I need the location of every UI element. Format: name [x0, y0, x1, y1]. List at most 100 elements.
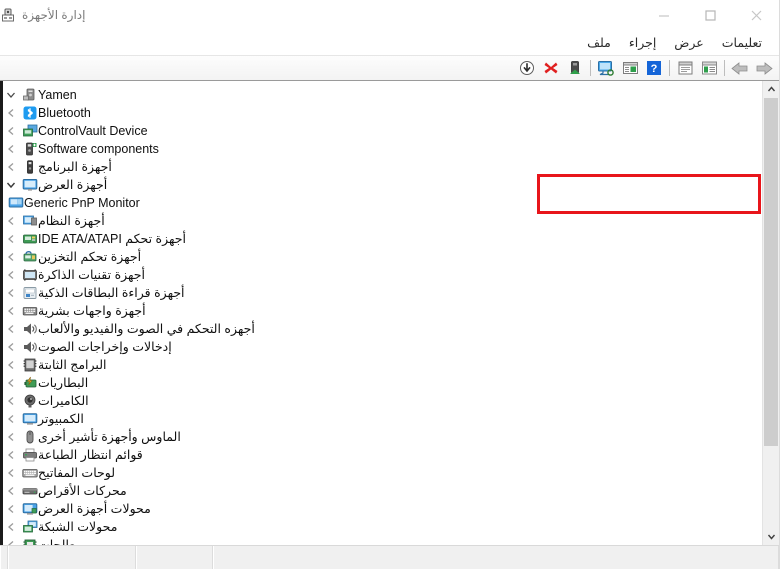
status-pane-1: [8, 546, 136, 569]
close-icon: [751, 10, 761, 20]
device-details-button[interactable]: [697, 57, 721, 79]
maximize-button[interactable]: [687, 0, 733, 30]
firmware-icon: [22, 357, 38, 373]
scrollbar-thumb[interactable]: [764, 98, 778, 447]
chevron-collapsed-icon[interactable]: [4, 501, 18, 517]
tree-row-keyboards[interactable]: لوحات المفاتيح: [0, 464, 762, 482]
tree-row-software-components[interactable]: Software components: [0, 140, 762, 158]
chevron-down-icon[interactable]: [4, 177, 18, 193]
maximize-icon: [704, 9, 716, 21]
tree-root-label: Yamen: [38, 88, 77, 102]
scroll-down-button[interactable]: [763, 528, 779, 545]
device-tree[interactable]: Yamen Bluetooth ControlVault Device Soft…: [0, 81, 762, 545]
chevron-collapsed-icon[interactable]: [4, 411, 18, 427]
chevron-collapsed-icon[interactable]: [4, 483, 18, 499]
chevron-collapsed-icon[interactable]: [4, 267, 18, 283]
scan-hardware-changes-button[interactable]: [594, 57, 618, 79]
tree-row-display-adapters[interactable]: محولات أجهزة العرض: [0, 500, 762, 518]
tree-item-label: أجهزة واجهات بشرية: [38, 304, 146, 318]
menu-view[interactable]: عرض: [665, 33, 712, 52]
update-driver-icon: [570, 61, 580, 74]
chevron-collapsed-icon[interactable]: [4, 303, 18, 319]
tree-row-firmware[interactable]: البرامج الثابتة: [0, 356, 762, 374]
tree-row-generic-pnp-monitor[interactable]: Generic PnP Monitor: [0, 194, 762, 212]
disable-device-button[interactable]: [515, 57, 539, 79]
properties-button[interactable]: [673, 57, 697, 79]
tree-row-software-devices[interactable]: أجهزة البرنامج: [0, 158, 762, 176]
back-button[interactable]: [728, 57, 752, 79]
computer-icon: [22, 411, 38, 427]
toolbar-separator: [590, 60, 591, 76]
chevron-collapsed-icon[interactable]: [4, 123, 18, 139]
chevron-collapsed-icon[interactable]: [4, 339, 18, 355]
storage-controller-icon: [22, 249, 38, 265]
tree-row-memory-tech[interactable]: أجهزة تقنيات الذاكرة: [0, 266, 762, 284]
tree-row-audio-io[interactable]: إدخالات وإخراجات الصوت: [0, 338, 762, 356]
minimize-button[interactable]: [641, 0, 687, 30]
window-list-icon: [622, 62, 638, 74]
tree-row-computer[interactable]: الكمبيوتر: [0, 410, 762, 428]
tree-row-smartcard-readers[interactable]: أجهزة قراءة البطاقات الذكية: [0, 284, 762, 302]
window-controls: [641, 0, 779, 30]
menu-help[interactable]: تعليمات: [713, 33, 771, 52]
scrollbar-track[interactable]: [763, 98, 779, 528]
computer-tower-icon: [22, 87, 38, 103]
tree-row-batteries[interactable]: البطاريات: [0, 374, 762, 392]
menu-file[interactable]: ملف: [578, 33, 620, 52]
chevron-collapsed-icon[interactable]: [4, 105, 18, 121]
chevron-down-icon[interactable]: [4, 87, 18, 103]
chevron-collapsed-icon[interactable]: [4, 375, 18, 391]
chevron-collapsed-icon[interactable]: [4, 231, 18, 247]
monitor-small-icon: [8, 195, 24, 211]
tree-item-label: محولات الشبكة: [38, 520, 118, 534]
chevron-collapsed-icon[interactable]: [4, 141, 18, 157]
hid-icon: [22, 303, 38, 319]
close-button[interactable]: [733, 0, 779, 30]
tree-row-network-adapters[interactable]: محولات الشبكة: [0, 518, 762, 536]
tree-row-bluetooth[interactable]: Bluetooth: [0, 104, 762, 122]
tree-row-mice[interactable]: الماوس وأجهزة تأشير أخرى: [0, 428, 762, 446]
chevron-collapsed-icon[interactable]: [4, 537, 18, 545]
tree-row-sound-video-game[interactable]: أجهزه التحكم في الصوت والفيديو والألعاب: [0, 320, 762, 338]
tree-item-label: أجهزة تحكم IDE ATA/ATAPI: [38, 232, 186, 246]
device-manager-icon: [0, 7, 16, 23]
chevron-collapsed-icon[interactable]: [4, 321, 18, 337]
scroll-up-button[interactable]: [763, 81, 779, 98]
show-hidden-devices-button[interactable]: [618, 57, 642, 79]
tree-item-label: محولات أجهزة العرض: [38, 502, 151, 516]
tree-row-cameras[interactable]: الكاميرات: [0, 392, 762, 410]
tree-row-controlvault[interactable]: ControlVault Device: [0, 122, 762, 140]
chevron-collapsed-icon[interactable]: [4, 213, 18, 229]
tree-row-processors[interactable]: معالجات: [0, 536, 762, 545]
chevron-collapsed-icon[interactable]: [4, 429, 18, 445]
tree-row-hid[interactable]: أجهزة واجهات بشرية: [0, 302, 762, 320]
chevron-collapsed-icon[interactable]: [4, 249, 18, 265]
vertical-scrollbar[interactable]: [762, 81, 779, 545]
tree-row-root[interactable]: Yamen: [0, 86, 762, 104]
tree-row-disk-drives[interactable]: محركات الأقراص: [0, 482, 762, 500]
chevron-collapsed-icon[interactable]: [4, 357, 18, 373]
tree-row-display-devices[interactable]: أجهزة العرض: [0, 176, 762, 194]
keyboard-icon: [22, 465, 38, 481]
chevron-collapsed-icon[interactable]: [4, 285, 18, 301]
chevron-collapsed-icon[interactable]: [4, 519, 18, 535]
chevron-collapsed-icon[interactable]: [4, 465, 18, 481]
menu-bar: تعليمات عرض إجراء ملف: [0, 30, 779, 55]
tree-row-print-queues[interactable]: قوائم انتظار الطباعة: [0, 446, 762, 464]
chevron-collapsed-icon[interactable]: [4, 447, 18, 463]
tree-item-label: Bluetooth: [38, 106, 91, 120]
menu-action[interactable]: إجراء: [620, 33, 665, 52]
chevron-collapsed-icon[interactable]: [4, 393, 18, 409]
camera-icon: [22, 393, 38, 409]
tree-row-storage-controllers[interactable]: أجهزة تحكم التخزين: [0, 248, 762, 266]
tree-row-system-devices[interactable]: أجهزة النظام: [0, 212, 762, 230]
uninstall-device-button[interactable]: [539, 57, 563, 79]
tree-row-ide-controllers[interactable]: أجهزة تحكم IDE ATA/ATAPI: [0, 230, 762, 248]
tree-body: Yamen Bluetooth ControlVault Device Soft…: [0, 81, 779, 545]
arrow-right-icon: [756, 61, 773, 75]
help-button[interactable]: ?: [642, 57, 666, 79]
forward-button[interactable]: [752, 57, 776, 79]
update-driver-button[interactable]: [563, 57, 587, 79]
battery-icon: [22, 375, 38, 391]
chevron-collapsed-icon[interactable]: [4, 159, 18, 175]
